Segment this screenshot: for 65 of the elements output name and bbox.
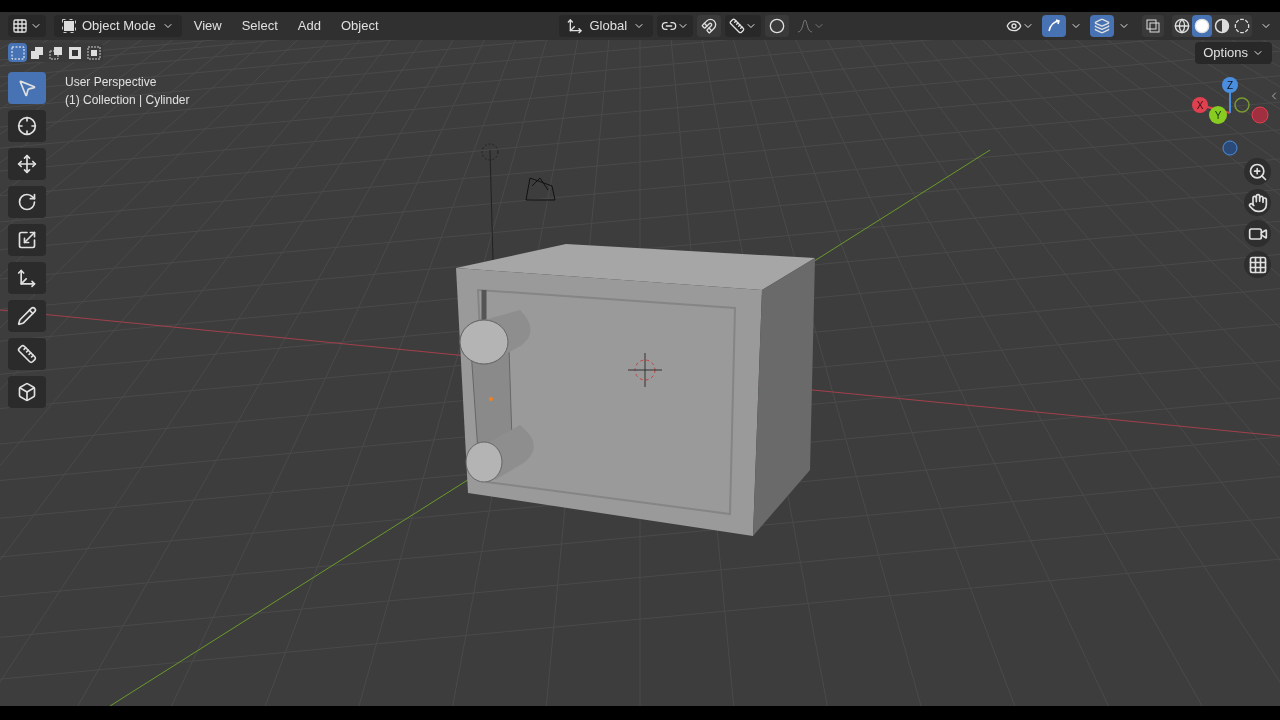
- gizmo-toggle[interactable]: [1042, 15, 1066, 37]
- select-extend-icon: [29, 45, 44, 60]
- mode-dropdown[interactable]: Object Mode: [54, 15, 182, 37]
- navigation-button[interactable]: [1244, 220, 1271, 247]
- axis-gizmo-drawing[interactable]: Z X Y: [1190, 75, 1272, 157]
- wireframe-sphere-icon: [1174, 18, 1190, 34]
- tool-button[interactable]: [8, 338, 46, 370]
- select-intersect-icon: [86, 45, 101, 60]
- xray-toggle[interactable]: [1142, 15, 1164, 37]
- overlays-icon: [1094, 18, 1110, 34]
- object-mode-icon: [62, 19, 76, 33]
- editor-type-icon: [12, 18, 28, 34]
- grid-icon: [1247, 254, 1268, 275]
- context-label: (1) Collection | Cylinder: [65, 92, 190, 109]
- menu-item[interactable]: Select: [233, 15, 286, 37]
- xray-icon: [1146, 19, 1160, 33]
- axes-icon: [567, 18, 584, 34]
- pivot-dropdown[interactable]: [657, 15, 694, 37]
- snap-toggle[interactable]: [697, 15, 722, 37]
- navigation-button[interactable]: [1244, 251, 1271, 278]
- proportional-icon: [769, 18, 786, 34]
- menu-item[interactable]: Object: [332, 15, 387, 37]
- scale-icon: [17, 230, 37, 250]
- pencil-icon: [17, 306, 37, 326]
- eye-icon: [1006, 18, 1022, 34]
- tool-button[interactable]: [8, 224, 46, 256]
- z-axis-label: Z: [1226, 80, 1234, 91]
- add-cube-icon: [17, 382, 37, 402]
- solid-sphere-icon: [1194, 18, 1210, 34]
- options-dropdown[interactable]: Options: [1195, 42, 1272, 64]
- editor-type-button[interactable]: [8, 15, 46, 37]
- overlays-toggle[interactable]: [1090, 15, 1114, 37]
- y-axis-label: Y: [1214, 110, 1222, 121]
- snap-target-dropdown[interactable]: [725, 15, 762, 37]
- tool-button[interactable]: [8, 110, 46, 142]
- navigation-button[interactable]: [1244, 158, 1271, 185]
- magnet-icon: [701, 18, 718, 34]
- tool-button[interactable]: [8, 262, 46, 294]
- tool-button[interactable]: [8, 376, 46, 408]
- tool-button[interactable]: [8, 186, 46, 218]
- shading-mode-button[interactable]: [1192, 15, 1212, 37]
- ruler-icon: [17, 344, 37, 364]
- falloff-curve-icon: [797, 18, 814, 34]
- hand-icon: [1247, 192, 1268, 213]
- view-name-label: User Perspective: [65, 74, 158, 91]
- zoom-icon: [1247, 161, 1268, 182]
- x-axis-label: X: [1196, 100, 1204, 111]
- tool-button[interactable]: [8, 300, 46, 332]
- transform-icon: [17, 268, 37, 288]
- orientation-dropdown[interactable]: Global: [559, 15, 654, 37]
- menu-item[interactable]: Add: [289, 15, 329, 37]
- select-subtract-icon: [48, 45, 63, 60]
- gizmo-arrow-icon: [1046, 18, 1062, 34]
- proportional-editing-toggle[interactable]: [765, 15, 790, 37]
- navigation-button[interactable]: [1244, 189, 1271, 216]
- select-mode-button[interactable]: [8, 43, 27, 62]
- crosshair-icon: [17, 116, 37, 136]
- select-mode-button[interactable]: [84, 43, 103, 62]
- menu-item[interactable]: View: [185, 15, 230, 37]
- select-set-icon: [10, 45, 25, 60]
- rendered-sphere-icon: [1234, 18, 1250, 34]
- material-sphere-icon: [1214, 18, 1230, 34]
- move-icon: [17, 154, 37, 174]
- tool-button[interactable]: [8, 148, 46, 180]
- rotate-icon: [17, 192, 37, 212]
